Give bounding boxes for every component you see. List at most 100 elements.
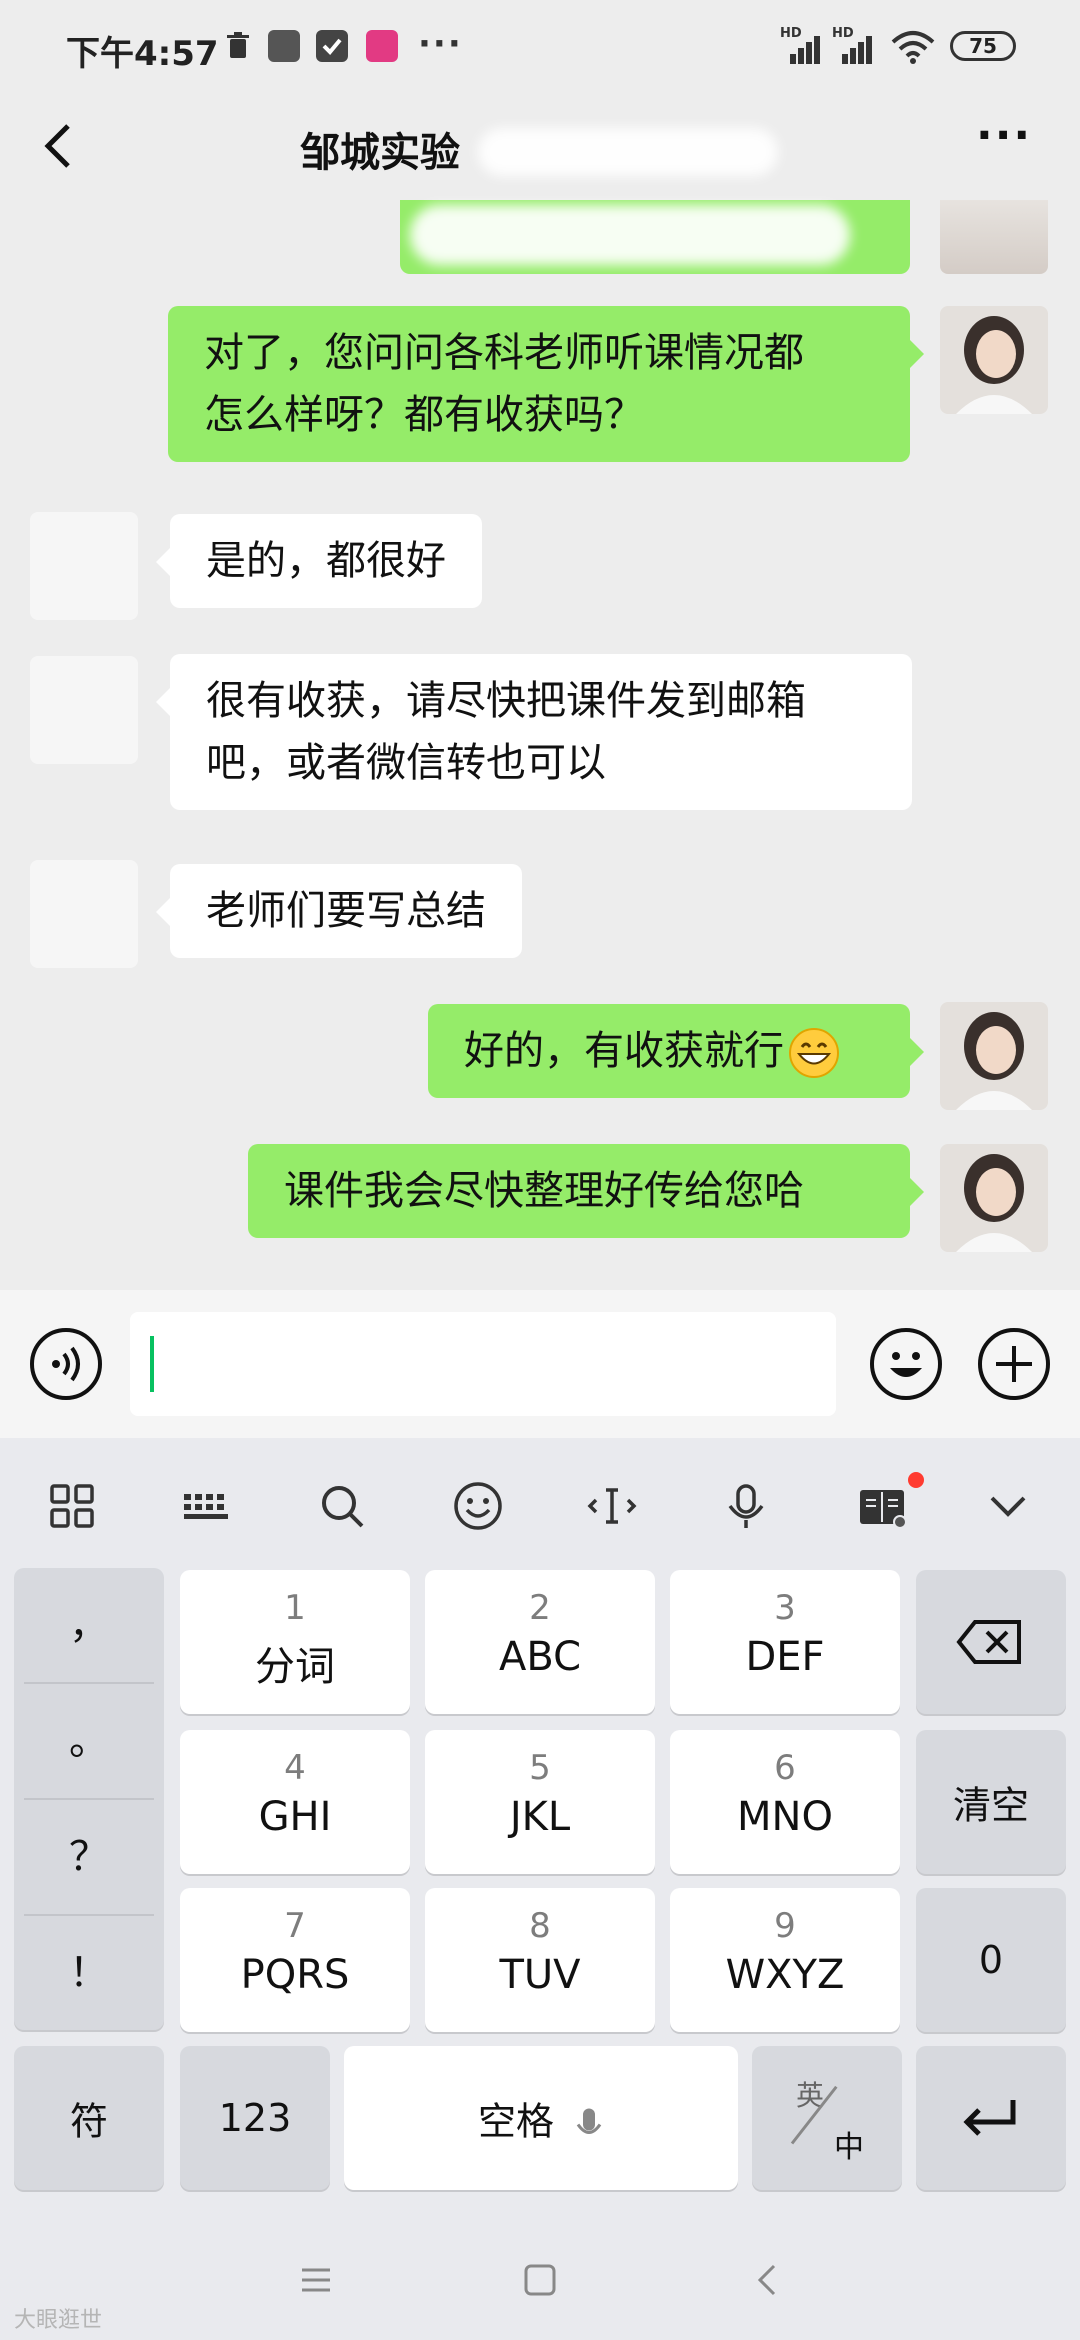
symbol-key[interactable]: ！: [14, 1916, 164, 2030]
key-number: 5: [529, 1748, 551, 1788]
redaction-blur: [478, 128, 778, 176]
smiley-icon[interactable]: [448, 1476, 508, 1536]
key-label: WXYZ: [725, 1952, 845, 1998]
keyboard-toolbar: [0, 1438, 1080, 1568]
plus-button[interactable]: [978, 1328, 1050, 1400]
chat-title[interactable]: 邹城实验: [300, 120, 460, 178]
search-icon[interactable]: [312, 1476, 372, 1536]
key-label: ABC: [498, 1634, 582, 1680]
key-number: 8: [529, 1906, 551, 1946]
microphone-icon[interactable]: [716, 1476, 776, 1536]
input-bar: [0, 1290, 1080, 1438]
avatar-photo: [940, 1144, 1048, 1252]
message-text: 对了，您问问各科老师听课情况都: [204, 330, 804, 376]
avatar[interactable]: [940, 1144, 1048, 1252]
key-3[interactable]: 3 DEF: [670, 1570, 900, 1714]
battery-icon: 75: [950, 31, 1016, 61]
message-text: 怎么样呀？都有收获吗？: [204, 392, 644, 438]
key-label: DEF: [745, 1634, 825, 1680]
message-bubble-sent[interactable]: 好的，有收获就行: [428, 1004, 924, 1098]
voice-button[interactable]: [30, 1328, 102, 1400]
trash-icon: [222, 30, 254, 62]
navigation-bar: [0, 2218, 1080, 2340]
check-app-icon: [316, 30, 348, 62]
key-label: 清空: [952, 1783, 1029, 1828]
keyboard-icon[interactable]: [176, 1476, 236, 1536]
key-7[interactable]: 7 PQRS: [180, 1888, 410, 2032]
keyboard: ， 。 ？ ！ 1 分词 2 ABC 3 DEF 4 GHI 5 JKL 6 M…: [0, 1438, 1080, 2218]
notification-dot: [908, 1472, 924, 1488]
avatar-photo: [940, 306, 1048, 414]
avatar[interactable]: [940, 1002, 1048, 1110]
message-text: 是的，都很好: [206, 538, 446, 584]
text-caret: [150, 1336, 154, 1392]
chat-header: 邹城实验 ···: [0, 96, 1080, 200]
home-icon[interactable]: [520, 2260, 560, 2304]
key-4[interactable]: 4 GHI: [180, 1730, 410, 1874]
back-nav-icon[interactable]: [748, 2260, 788, 2304]
symbols-key[interactable]: 符: [14, 2046, 164, 2190]
message-bubble-received[interactable]: 老师们要写总结: [156, 864, 522, 958]
key-0[interactable]: 0: [916, 1888, 1066, 2032]
key-5[interactable]: 5 JKL: [425, 1730, 655, 1874]
emoji-button[interactable]: [870, 1328, 942, 1400]
numbers-key[interactable]: 123: [180, 2046, 330, 2190]
avatar-redacted[interactable]: [30, 512, 138, 620]
key-label: 分词: [255, 1644, 335, 1690]
language-switch-key[interactable]: 英 中: [752, 2046, 902, 2190]
key-2[interactable]: 2 ABC: [425, 1570, 655, 1714]
space-key[interactable]: 空格: [344, 2046, 738, 2190]
key-number: 6: [774, 1748, 796, 1788]
message-text: 老师们要写总结: [206, 888, 486, 934]
wifi-icon: [890, 30, 936, 68]
message-text: 课件我会尽快整理好传给您哈: [284, 1168, 804, 1214]
avatar[interactable]: [940, 306, 1048, 414]
key-6[interactable]: 6 MNO: [670, 1730, 900, 1874]
microphone-icon: [576, 2108, 602, 2134]
shopping-app-icon: [366, 30, 398, 62]
key-9[interactable]: 9 WXYZ: [670, 1888, 900, 2032]
avatar-redacted[interactable]: [30, 860, 138, 968]
key-label: PQRS: [240, 1952, 350, 1998]
grid-icon[interactable]: [42, 1476, 102, 1536]
symbol-column: ， 。 ？ ！: [14, 1568, 164, 2030]
enter-icon: [963, 2100, 1016, 2136]
message-bubble-sent[interactable]: 课件我会尽快整理好传给您哈: [248, 1144, 924, 1238]
book-icon[interactable]: [852, 1476, 912, 1536]
message-text: 吧，或者微信转也可以: [206, 740, 606, 786]
key-number: 1: [284, 1588, 306, 1628]
more-button[interactable]: ···: [976, 110, 1032, 161]
avatar-redacted[interactable]: [30, 656, 138, 764]
status-more-icon: ···: [418, 24, 463, 64]
clear-key[interactable]: 清空: [916, 1730, 1066, 1874]
symbol-key[interactable]: ？: [14, 1800, 164, 1914]
plus-icon: [996, 1346, 1032, 1382]
voice-icon: [52, 1346, 80, 1382]
message-text: 好的，有收获就行: [464, 1028, 784, 1074]
status-bar: 下午4:57 ··· HD HD 75: [0, 0, 1080, 96]
chevron-down-icon[interactable]: [978, 1476, 1038, 1536]
message-bubble-received[interactable]: 很有收获，请尽快把课件发到邮箱 吧，或者微信转也可以: [156, 654, 912, 810]
backspace-icon: [956, 1620, 1021, 1664]
cursor-icon[interactable]: [582, 1476, 642, 1536]
backspace-key[interactable]: [916, 1570, 1066, 1714]
key-number: 2: [529, 1588, 551, 1628]
symbol-key[interactable]: 。: [14, 1684, 164, 1798]
key-1[interactable]: 1 分词: [180, 1570, 410, 1714]
message-input[interactable]: [130, 1312, 836, 1416]
key-8[interactable]: 8 TUV: [425, 1888, 655, 2032]
key-label: GHI: [258, 1794, 332, 1840]
key-label: 空格: [344, 2091, 738, 2146]
message-bubble-sent[interactable]: 对了，您问问各科老师听课情况都 怎么样呀？都有收获吗？: [168, 306, 924, 462]
back-button[interactable]: [34, 116, 84, 176]
symbol-key[interactable]: ，: [14, 1568, 164, 1682]
avatar[interactable]: [940, 200, 1048, 274]
message-bubble-received[interactable]: 是的，都很好: [156, 514, 482, 608]
redaction-blur: [410, 205, 850, 265]
key-label: 123: [218, 2096, 292, 2140]
enter-key[interactable]: [916, 2046, 1066, 2190]
grinning-face-icon: [788, 1027, 840, 1079]
watermark: 大眼逛世: [14, 2308, 103, 2333]
signal-icon-2: HD: [832, 26, 876, 64]
menu-icon[interactable]: [296, 2260, 336, 2304]
